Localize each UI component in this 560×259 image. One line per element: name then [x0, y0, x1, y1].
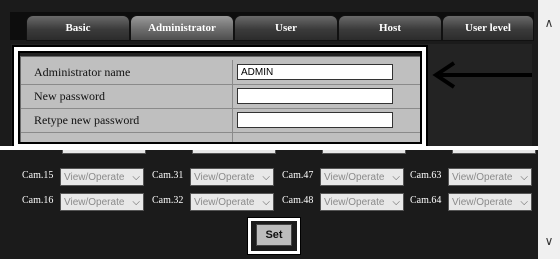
- tab-host[interactable]: Host: [338, 15, 442, 41]
- chevron-down-icon: ⌵: [520, 172, 528, 183]
- callout-highlight-frame: [14, 47, 426, 146]
- camera-label: Cam.47: [282, 170, 314, 181]
- tab-basic[interactable]: Basic: [26, 15, 130, 41]
- tab-strip: Basic Administrator User Host User level: [10, 12, 534, 41]
- camera-permission-select[interactable]: View/Operate ⌵: [190, 193, 274, 211]
- camera-permissions-frame: Cam.15 View/Operate ⌵ Cam.31 View/Operate…: [0, 150, 538, 259]
- camera-label: Cam.32: [152, 195, 184, 206]
- tab-administrator[interactable]: Administrator: [130, 15, 234, 41]
- camera-label: Cam.15: [22, 170, 54, 181]
- tab-user[interactable]: User: [234, 15, 338, 41]
- camera-permission-select[interactable]: View/Operate ⌵: [190, 168, 274, 186]
- camera-select-cut[interactable]: [192, 150, 276, 154]
- camera-select-cut[interactable]: [62, 150, 146, 154]
- chevron-up-icon[interactable]: ∧: [538, 14, 560, 32]
- chevron-down-icon: ⌵: [132, 197, 140, 208]
- chevron-down-icon: ⌵: [520, 197, 528, 208]
- vertical-scrollbar[interactable]: ∧ ∨: [538, 0, 560, 259]
- camera-label: Cam.64: [410, 195, 442, 206]
- camera-select-cut[interactable]: [452, 150, 536, 154]
- camera-permission-select[interactable]: View/Operate ⌵: [448, 168, 532, 186]
- admin-settings-frame: Basic Administrator User Host User level…: [0, 0, 538, 146]
- camera-label: Cam.31: [152, 170, 184, 181]
- left-arrow-icon: [432, 61, 532, 89]
- camera-permission-select[interactable]: View/Operate ⌵: [320, 168, 404, 186]
- tab-user-level[interactable]: User level: [442, 15, 534, 41]
- camera-select-cut[interactable]: [322, 150, 406, 154]
- chevron-down-icon: ⌵: [132, 172, 140, 183]
- camera-label: Cam.63: [410, 170, 442, 181]
- set-button[interactable]: Set: [256, 224, 292, 246]
- set-button-highlight: Set: [248, 218, 300, 254]
- camera-label: Cam.16: [22, 195, 54, 206]
- camera-permission-select[interactable]: View/Operate ⌵: [60, 168, 144, 186]
- camera-permission-select[interactable]: View/Operate ⌵: [320, 193, 404, 211]
- chevron-down-icon: ⌵: [392, 197, 400, 208]
- camera-permission-select[interactable]: View/Operate ⌵: [60, 193, 144, 211]
- chevron-down-icon: ⌵: [392, 172, 400, 183]
- chevron-down-icon: ⌵: [262, 197, 270, 208]
- chevron-down-icon: ⌵: [262, 172, 270, 183]
- camera-permission-select[interactable]: View/Operate ⌵: [448, 193, 532, 211]
- scroll-track[interactable]: [541, 36, 557, 228]
- camera-label: Cam.48: [282, 195, 314, 206]
- chevron-down-icon[interactable]: ∨: [538, 232, 560, 250]
